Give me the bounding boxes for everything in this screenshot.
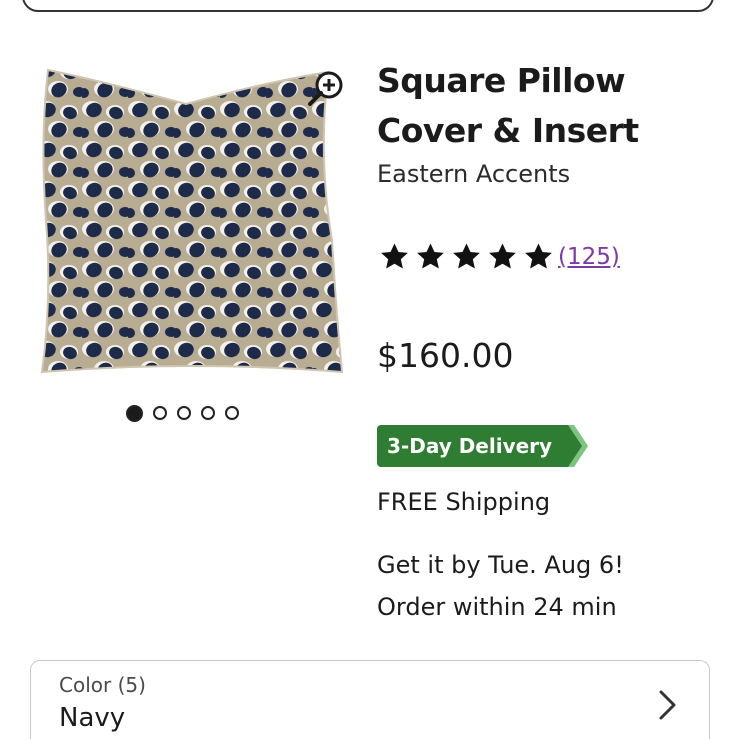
product-page: Square Pillow Cover & Insert Eastern Acc…	[0, 0, 739, 739]
color-value: Navy	[59, 703, 126, 733]
zoom-button[interactable]	[306, 68, 346, 108]
product-title-line: Square Pillow	[377, 61, 626, 100]
price: $160.00	[377, 336, 514, 375]
search-box[interactable]	[22, 0, 714, 12]
shipping-text: FREE Shipping	[377, 488, 551, 516]
product-image[interactable]	[36, 60, 352, 386]
carousel-dot[interactable]	[177, 406, 191, 420]
carousel-dot[interactable]	[201, 406, 215, 420]
star-icon	[525, 243, 552, 269]
delivery-badge-label: 3-Day Delivery	[377, 425, 561, 467]
star-icon	[381, 243, 408, 269]
carousel-dot[interactable]	[126, 404, 143, 422]
carousel-dot[interactable]	[225, 406, 239, 420]
product-title: Square Pillow Cover & Insert	[377, 56, 727, 156]
color-selector[interactable]: Color (5) Navy	[30, 660, 710, 739]
delivery-estimate: Get it by Tue. Aug 6! Order within 24 mi…	[377, 544, 624, 628]
zoom-in-icon	[308, 71, 343, 106]
order-cutoff: Order within 24 min	[377, 593, 617, 621]
color-label: Color (5)	[59, 673, 146, 697]
reviews-link[interactable]: (125)	[558, 244, 620, 270]
delivery-badge: 3-Day Delivery	[377, 425, 590, 467]
carousel-dots	[126, 404, 239, 422]
product-image-gallery[interactable]	[36, 60, 352, 386]
badge-arrow-icon	[560, 425, 589, 467]
product-info: Square Pillow Cover & Insert Eastern Acc…	[377, 56, 727, 621]
star-icon	[453, 243, 480, 269]
carousel-dot[interactable]	[153, 406, 167, 420]
product-title-line: Cover & Insert	[377, 111, 639, 150]
star-icon	[489, 243, 516, 269]
brand-name[interactable]: Eastern Accents	[377, 160, 727, 188]
star-rating	[377, 240, 556, 273]
delivery-date: Get it by Tue. Aug 6!	[377, 551, 624, 579]
rating: (125)	[377, 240, 620, 273]
star-icon	[417, 243, 444, 269]
chevron-right-icon	[659, 690, 676, 720]
